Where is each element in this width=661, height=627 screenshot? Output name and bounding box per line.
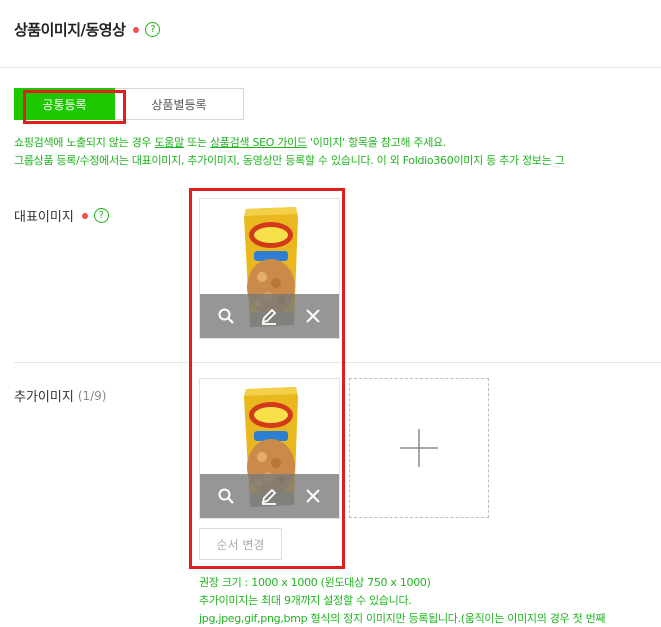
section-divider: [0, 67, 661, 68]
required-indicator: [81, 212, 88, 219]
notice-text: 쇼핑검색에 노출되지 않는 경우: [14, 136, 155, 149]
help-icon[interactable]: ?: [93, 208, 109, 223]
registration-tabs: 공통등록 상품별등록: [14, 88, 244, 124]
notice-text: 또는: [183, 136, 210, 149]
hint-max-images: 추가이미지는 최대 9개까지 설정할 수 있습니다.: [199, 594, 412, 607]
highlight-frame: [189, 188, 345, 569]
plus-icon: [400, 429, 438, 467]
hint-file-formats: jpg,jpeg,gif,png,bmp 형식의 정지 이미지만 등록됩니다.(…: [199, 612, 606, 625]
notice-line-1: 쇼핑검색에 노출되지 않는 경우 도움말 또는 상품검색 SEO 가이드 '이미…: [14, 134, 446, 150]
additional-image-label-text: 추가이미지: [14, 390, 74, 405]
additional-image-label: 추가이미지 (1/9): [14, 386, 107, 406]
tab-per-product-registration[interactable]: 상품별등록: [115, 88, 244, 120]
additional-image-count: (1/9): [77, 388, 107, 403]
main-image-label: 대표이미지 ?: [14, 206, 109, 225]
seo-guide-link[interactable]: 상품검색 SEO 가이드: [210, 136, 307, 149]
hint-recommended-size: 권장 크기 : 1000 x 1000 (윈도대상 750 x 1000): [199, 576, 431, 589]
required-indicator: [133, 26, 140, 33]
notice-text: '이미지' 항목을 참고해 주세요.: [306, 136, 447, 149]
tab-common-registration[interactable]: 공통등록: [14, 88, 126, 124]
help-icon[interactable]: ?: [145, 22, 161, 37]
section-header: 상품이미지/동영상 ?: [14, 19, 161, 40]
add-image-button[interactable]: [349, 378, 489, 518]
main-image-label-text: 대표이미지: [14, 210, 74, 225]
section-title: 상품이미지/동영상: [14, 21, 126, 39]
notice-line-2: 그룹상품 등록/수정에서는 대표이미지, 추가이미지, 동영상만 등록할 수 있…: [14, 154, 565, 167]
help-link[interactable]: 도움말: [154, 136, 184, 149]
